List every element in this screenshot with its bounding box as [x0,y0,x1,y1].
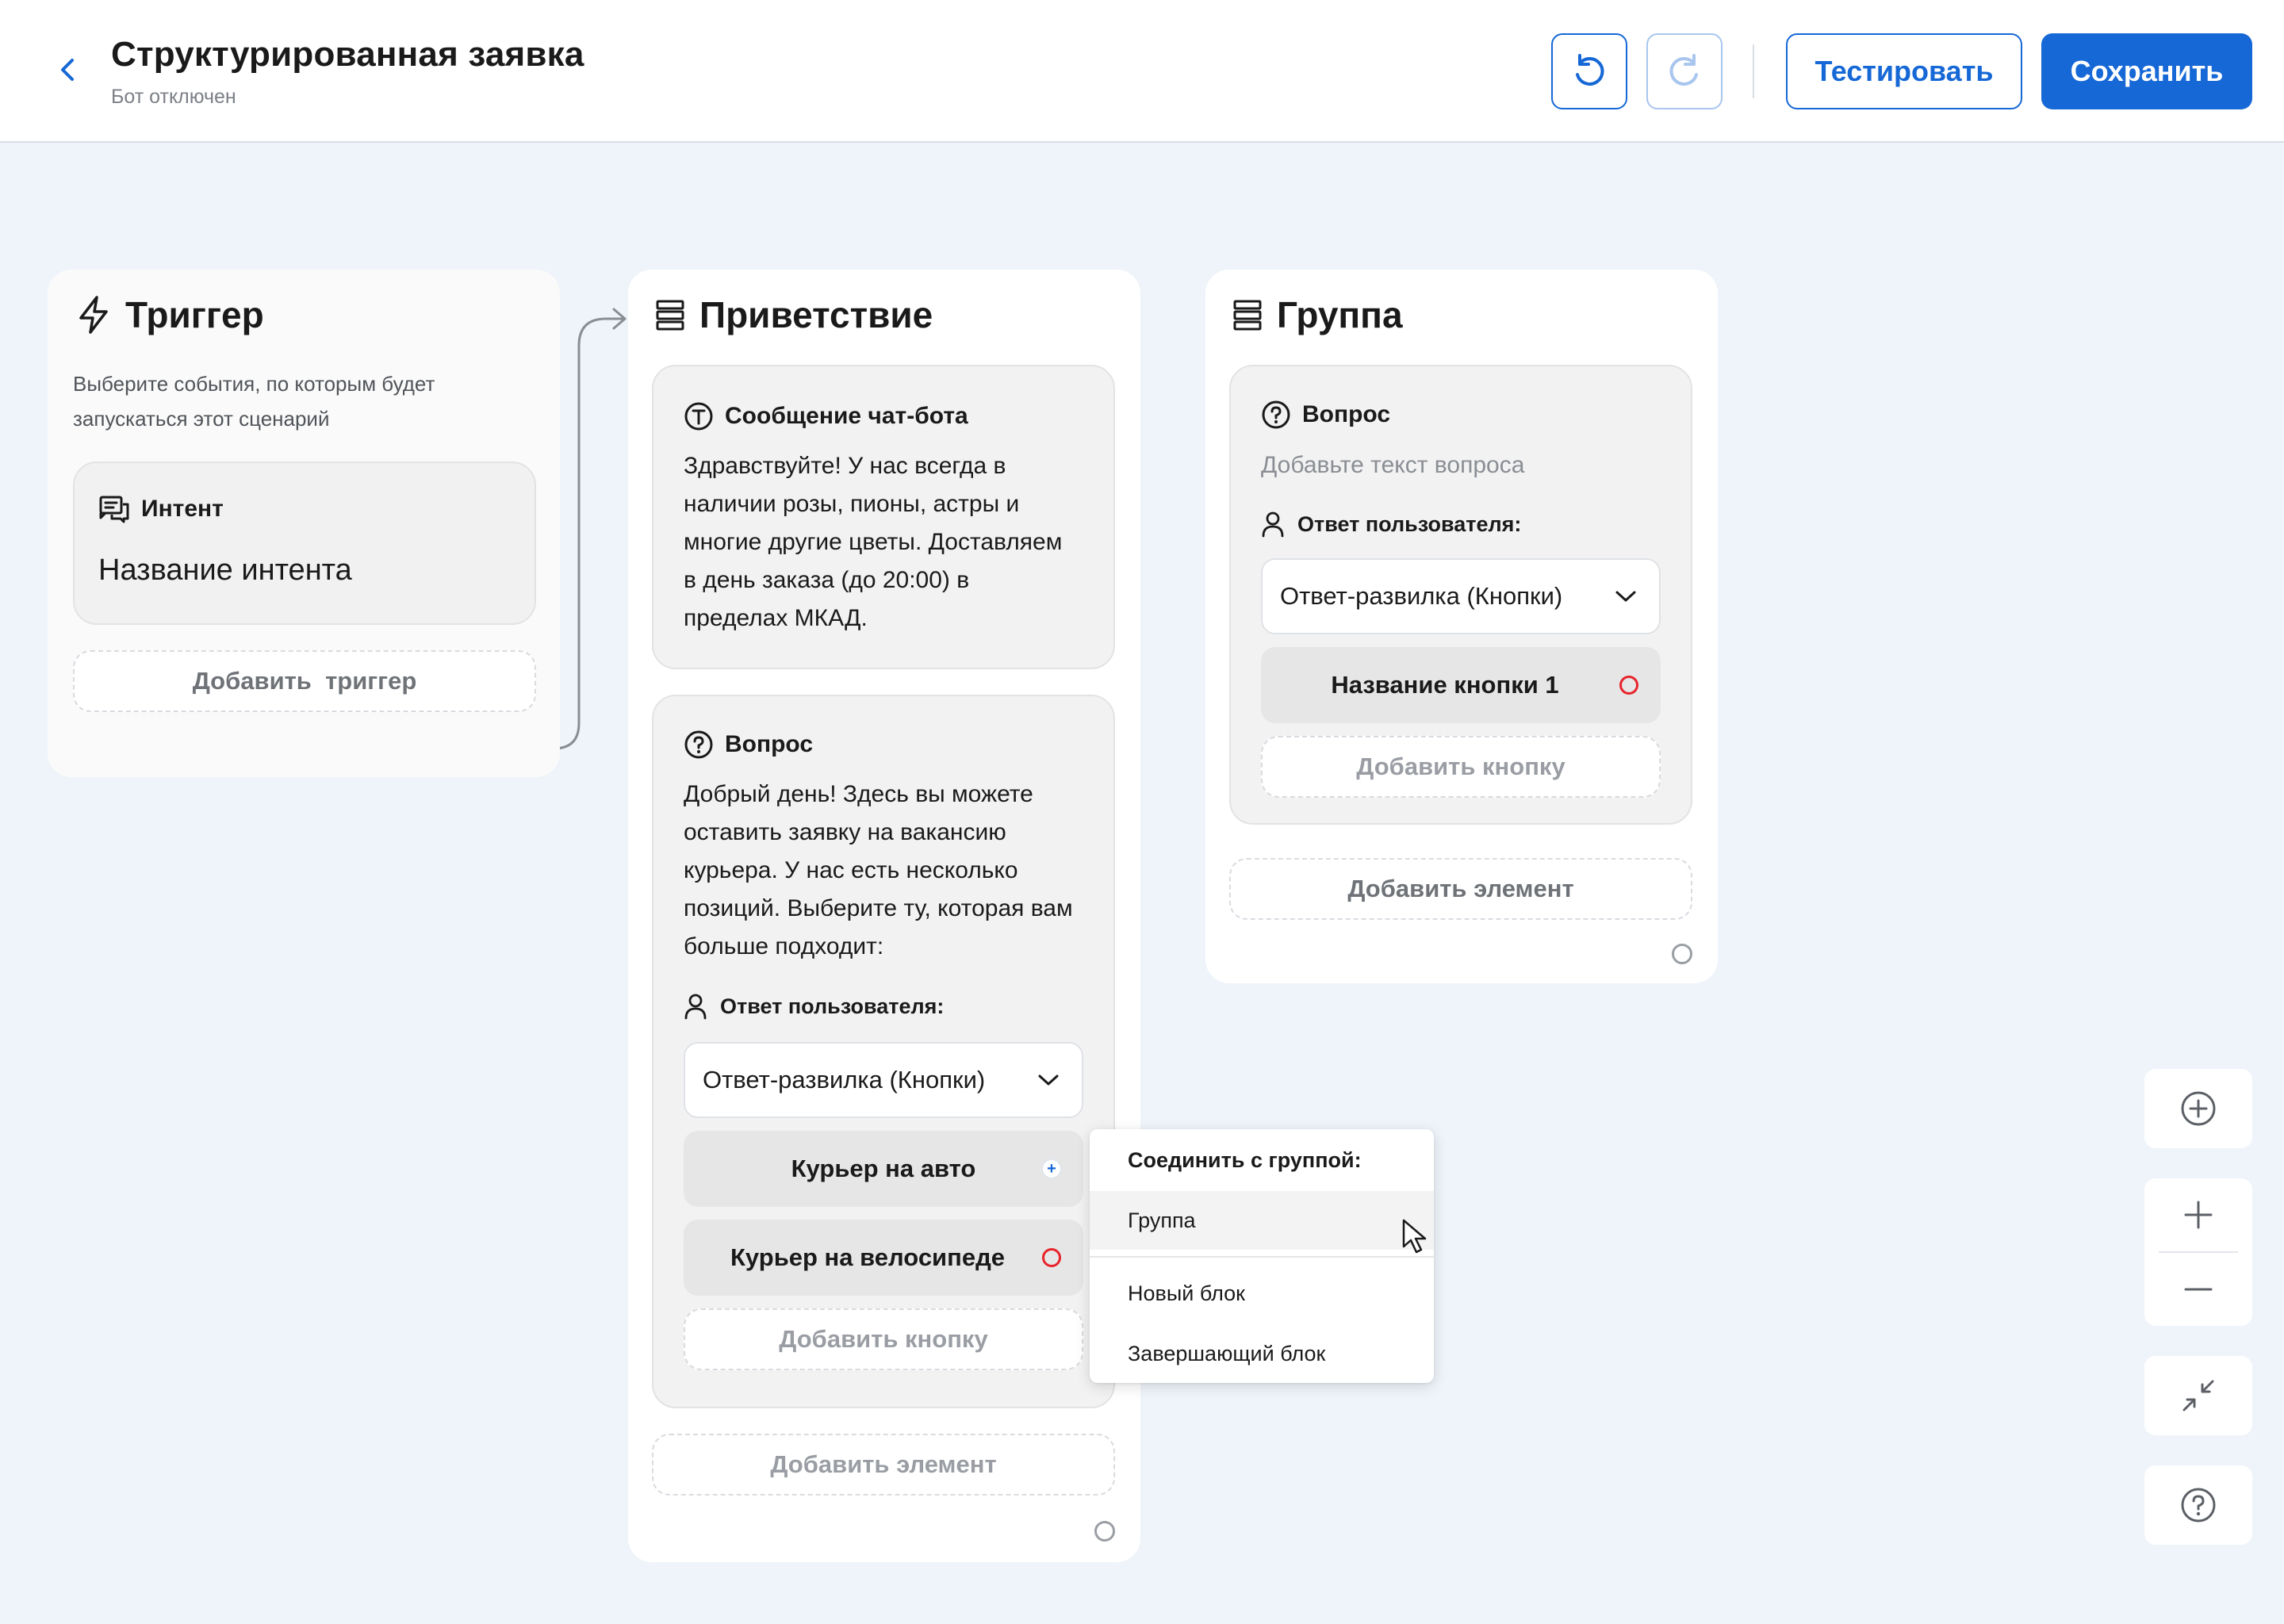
message-card-label: Сообщение чат-бота [725,403,968,429]
greeting-block-header: Приветствие [655,293,933,336]
zoom-in-button[interactable] [2160,1178,2236,1251]
zoom-out-button[interactable] [2160,1253,2236,1326]
minus-icon [2184,1288,2213,1291]
group-block[interactable]: Группа Вопрос Добавьте текст вопроса Отв… [1205,270,1718,983]
zoom-panel [2144,1178,2252,1326]
add-trigger-button[interactable]: Добавить триггер [73,650,536,712]
chevron-down-icon [1038,1074,1059,1086]
button-port-connect[interactable]: + [1042,1159,1061,1178]
answer-button-courier-bike[interactable]: Курьер на велосипеде [684,1220,1083,1296]
menu-item-new-block[interactable]: Новый блок [1090,1264,1434,1323]
stack-icon [1233,300,1262,331]
add-button-button[interactable]: Добавить кнопку [684,1308,1083,1370]
help-circle-icon [2181,1488,2216,1522]
help-panel [2144,1465,2252,1545]
chat-icon [99,496,129,523]
undo-icon [1576,54,1604,86]
zoom-fit-panel [2144,1069,2252,1148]
user-icon [1262,511,1284,538]
collapse-button[interactable] [2160,1358,2236,1434]
top-header: Структурированная заявка Бот отключен Те… [0,0,2284,143]
answer-type-select[interactable]: Ответ-развилка (Кнопки) [684,1042,1083,1118]
answer-type-value: Ответ-развилка (Кнопки) [1280,582,1563,610]
intent-label: Интент [141,496,224,522]
connect-group-menu: Соединить с группой: Группа Новый блок З… [1090,1129,1434,1383]
menu-item-group[interactable]: Группа [1090,1191,1434,1250]
button-port-unconnected[interactable] [1042,1248,1061,1267]
mouse-cursor-icon [1402,1219,1427,1254]
header-divider [1753,44,1754,98]
greeting-block-title: Приветствие [699,294,933,335]
button-port-unconnected[interactable] [1619,676,1638,695]
trigger-block-title: Триггер [125,294,264,335]
back-button[interactable] [51,52,86,87]
redo-icon [1669,54,1698,86]
question-text-placeholder[interactable]: Добавьте текст вопроса [1261,452,1524,479]
plus-circle-icon [2181,1091,2216,1126]
answer-button-1[interactable]: Название кнопки 1 [1261,647,1661,723]
menu-item-final-block[interactable]: Завершающий блок [1090,1324,1434,1383]
trigger-block-header: Триггер [76,293,264,336]
question-card-label: Вопрос [725,731,814,757]
add-button-button[interactable]: Добавить кнопку [1261,736,1661,798]
intent-card-header: Интент [98,495,224,523]
group-question-header: Вопрос [1261,400,1390,430]
redo-button[interactable] [1646,33,1723,109]
chevron-down-icon [1615,591,1636,602]
text-t-icon [684,402,713,431]
save-button[interactable]: Сохранить [2041,33,2252,109]
message-text: Здравствуйте! У нас всегда в наличии роз… [684,453,1063,631]
question-circle-icon [684,730,713,759]
zoom-fit-button[interactable] [2160,1071,2236,1147]
stack-icon [656,300,684,331]
group-block-header: Группа [1232,293,1403,336]
group-question-label: Вопрос [1302,401,1391,427]
page-title: Структурированная заявка [111,35,584,74]
trigger-block[interactable]: Триггер Выберите события, по которым буд… [48,270,560,777]
plus-icon [2184,1201,2213,1229]
test-button[interactable]: Тестировать [1786,33,2022,109]
block-output-port[interactable] [1672,944,1692,964]
undo-button[interactable] [1551,33,1627,109]
menu-divider [1090,1256,1434,1258]
answer-type-select[interactable]: Ответ-развилка (Кнопки) [1261,558,1661,634]
help-button[interactable] [2160,1467,2236,1543]
add-element-button[interactable]: Добавить элемент [1229,858,1692,920]
block-output-port[interactable] [1094,1521,1115,1542]
user-answer-label: Ответ пользователя: [684,993,944,1020]
greeting-block[interactable]: Приветствие Сообщение чат-бота Здравству… [628,270,1140,1562]
group-block-title: Группа [1277,294,1403,335]
answer-button-courier-car[interactable]: Курьер на авто [684,1131,1083,1207]
message-card[interactable]: Сообщение чат-бота Здравствуйте! У нас в… [652,365,1115,669]
user-answer-label: Ответ пользователя: [1261,511,1521,538]
trigger-description: Выберите события, по которым будет запус… [73,372,435,431]
question-text: Добрый день! Здесь вы можете оставить за… [684,781,1073,959]
connect-menu-header: Соединить с группой: [1128,1148,1362,1172]
collapse-arrows-icon [2182,1380,2214,1411]
group-question-card[interactable]: Вопрос Добавьте текст вопроса Ответ поль… [1229,365,1692,825]
add-element-button[interactable]: Добавить элемент [652,1434,1115,1496]
question-card-header: Вопрос [684,730,813,760]
intent-name: Название интента [98,553,352,587]
collapse-panel [2144,1356,2252,1435]
user-icon [684,994,707,1020]
message-card-header: Сообщение чат-бота [684,401,968,431]
chevron-left-icon [61,59,74,81]
question-circle-icon [1262,400,1290,429]
question-card[interactable]: Вопрос Добрый день! Здесь вы можете оста… [652,695,1115,1408]
answer-type-value: Ответ-развилка (Кнопки) [703,1066,986,1094]
bot-status-text: Бот отключен [111,86,236,108]
intent-card[interactable]: Интент Название интента [73,462,536,625]
lightning-icon [79,296,108,334]
